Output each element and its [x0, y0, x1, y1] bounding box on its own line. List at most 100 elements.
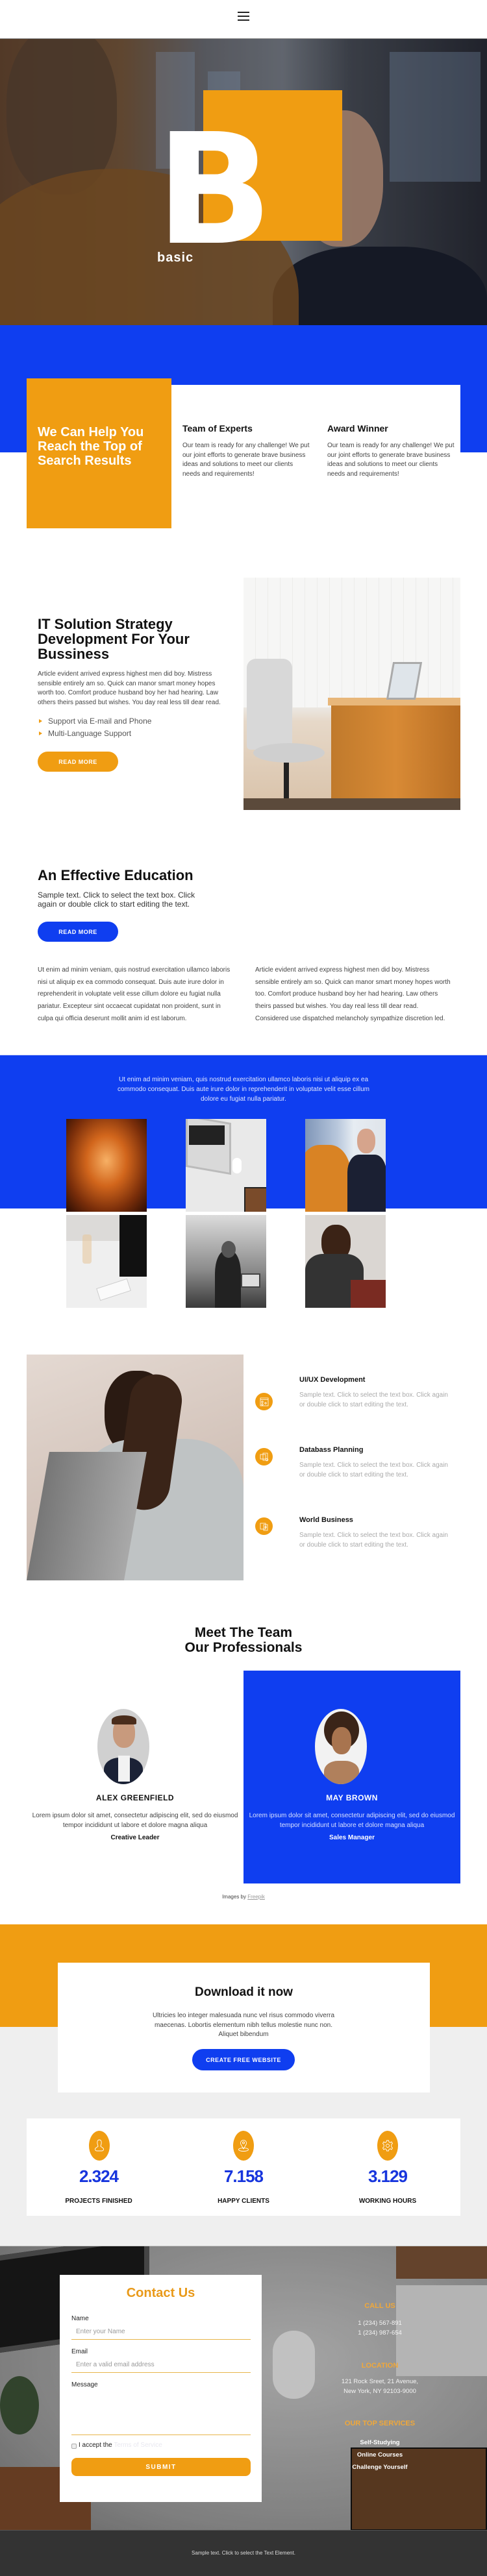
phone-2: 1 (234) 987-654	[358, 2329, 402, 2337]
bottle	[82, 1234, 92, 1264]
service-title: UI/UX Development	[299, 1376, 366, 1384]
read-more-button[interactable]: READ MORE	[38, 752, 118, 772]
email-label: Email	[71, 2348, 88, 2355]
user-icon	[89, 2131, 110, 2161]
service-link-challenge-yourself[interactable]: Challenge Yourself	[273, 2464, 487, 2471]
accept-terms-text: I accept the Terms of Service	[79, 2442, 162, 2449]
service-title: World Business	[299, 1516, 353, 1524]
download-title: Download it now	[195, 1985, 293, 1999]
it-feature-list: Support via E-mail and Phone Multi-Langu…	[38, 715, 151, 740]
team-member-text: Lorem ipsum dolor sit amet, consectetur …	[249, 1812, 455, 1829]
wooden-desk	[331, 704, 460, 810]
submit-button[interactable]: SUBMIT	[71, 2458, 251, 2476]
sofa	[351, 1280, 386, 1308]
shirt	[118, 1756, 130, 1782]
list-item: Multi-Language Support	[38, 728, 151, 740]
floor	[244, 798, 460, 810]
gallery-image-laptop-desk[interactable]	[186, 1119, 266, 1212]
business-devices-icon	[255, 1517, 273, 1535]
person-suit	[347, 1155, 386, 1212]
image-credit: Images by Freepik	[0, 1894, 487, 1900]
monitor	[119, 1215, 147, 1277]
team-member-role: Sales Manager	[329, 1834, 375, 1841]
ui-ux-icon	[255, 1393, 273, 1410]
chair-stem	[284, 763, 289, 798]
gallery-image-student[interactable]	[305, 1215, 386, 1308]
office-desk-image	[244, 578, 460, 810]
service-link-online-courses[interactable]: Online Courses	[273, 2451, 487, 2459]
feature-award-winner: Award Winner Our team is ready for any c…	[327, 423, 457, 479]
stat-label: WORKING HOURS	[358, 2198, 417, 2205]
chair-seat	[253, 743, 325, 763]
database-code-icon	[255, 1448, 273, 1466]
team-member-name: MAY BROWN	[326, 1793, 378, 1802]
person-face	[357, 1129, 375, 1153]
address-line-1: 121 Rock Sreet, 21 Avenue,	[341, 2378, 419, 2385]
team-section-title: Meet The Team Our Professionals	[0, 1625, 487, 1655]
logo-letter: B	[156, 101, 273, 279]
location-pin-icon	[233, 2131, 254, 2161]
terms-of-service-link[interactable]: Terms of Service	[114, 2442, 162, 2449]
accept-label: I accept the	[79, 2442, 112, 2449]
avatar-may-brown	[315, 1709, 367, 1784]
list-item: Support via E-mail and Phone	[38, 715, 151, 728]
feature-title: Award Winner	[327, 423, 388, 434]
team-member-text: Lorem ipsum dolor sit amet, consectetur …	[32, 1812, 238, 1829]
shoulders	[324, 1761, 359, 1784]
gallery-image-team-meeting[interactable]	[186, 1215, 266, 1308]
face	[332, 1727, 351, 1754]
gear-icon	[377, 2131, 398, 2161]
stat-value: 3.129	[368, 2166, 408, 2186]
feature-team-of-experts: Team of Experts Our team is ready for an…	[182, 423, 312, 479]
education-text-right: Article evident arrived express highest …	[255, 966, 451, 1022]
laptop	[241, 1273, 260, 1288]
hair	[112, 1715, 136, 1724]
mouse	[232, 1158, 242, 1173]
credit-prefix: Images by	[222, 1894, 246, 1900]
team-member-role: Creative Leader	[110, 1834, 160, 1841]
team-member-name: ALEX GREENFIELD	[95, 1793, 175, 1802]
education-subtitle: Sample text. Click to select the text bo…	[38, 890, 195, 909]
chair-back	[247, 659, 292, 750]
gallery-image-desk-computer[interactable]	[66, 1215, 147, 1308]
team-title-line2: Our Professionals	[184, 1640, 303, 1655]
laptop-screen	[189, 1125, 225, 1145]
person-orange	[305, 1145, 351, 1212]
service-title: Databass Planning	[299, 1446, 364, 1454]
create-free-website-button[interactable]: CREATE FREE WEBSITE	[192, 2049, 295, 2070]
intro-title: We Can Help You Reach the Top of Search …	[38, 425, 144, 468]
service-link-self-studying[interactable]: Self-Studying	[273, 2439, 487, 2446]
message-label: Message	[71, 2381, 98, 2388]
stat-value: 2.324	[79, 2166, 119, 2186]
hamburger-menu-icon[interactable]	[238, 12, 249, 21]
contact-title: Contact Us	[126, 2286, 195, 2300]
person	[215, 1251, 241, 1308]
service-text: Sample text. Click to select the text bo…	[299, 1392, 448, 1408]
location-title: LOCATION	[361, 2362, 399, 2370]
name-input[interactable]	[71, 2324, 251, 2340]
email-input[interactable]	[71, 2357, 251, 2373]
gallery-image-meeting[interactable]	[305, 1119, 386, 1212]
download-text: Ultricies leo integer malesuada nunc vel…	[152, 2012, 335, 2038]
gallery-image-canyon[interactable]	[66, 1119, 147, 1212]
feature-text: Our team is ready for any challenge! We …	[182, 442, 310, 478]
feature-text: Our team is ready for any challenge! We …	[327, 442, 455, 478]
phone-1: 1 (234) 567-891	[358, 2320, 402, 2327]
message-textarea[interactable]	[71, 2388, 251, 2435]
service-text: Sample text. Click to select the text bo…	[299, 1532, 448, 1549]
education-read-more-button[interactable]: READ MORE	[38, 922, 118, 942]
it-section-text: Article evident arrived express highest …	[38, 670, 221, 706]
stat-label: HAPPY CLIENTS	[218, 2198, 269, 2205]
terms-checkbox[interactable]	[71, 2444, 77, 2449]
call-us-title: CALL US	[364, 2302, 395, 2310]
freepik-link[interactable]: Freepik	[247, 1894, 265, 1900]
name-label: Name	[71, 2315, 89, 2322]
gallery-text: Ut enim ad minim veniam, quis nostrud ex…	[118, 1076, 369, 1103]
feature-title: Team of Experts	[182, 423, 253, 434]
service-text: Sample text. Click to select the text bo…	[299, 1462, 448, 1478]
education-text-left: Ut enim ad minim veniam, quis nostrud ex…	[38, 966, 231, 1022]
logo-text: basic	[157, 251, 194, 265]
tray	[244, 1187, 266, 1212]
person-head	[221, 1241, 236, 1258]
top-services-title: OUR TOP SERVICES	[344, 2420, 416, 2427]
